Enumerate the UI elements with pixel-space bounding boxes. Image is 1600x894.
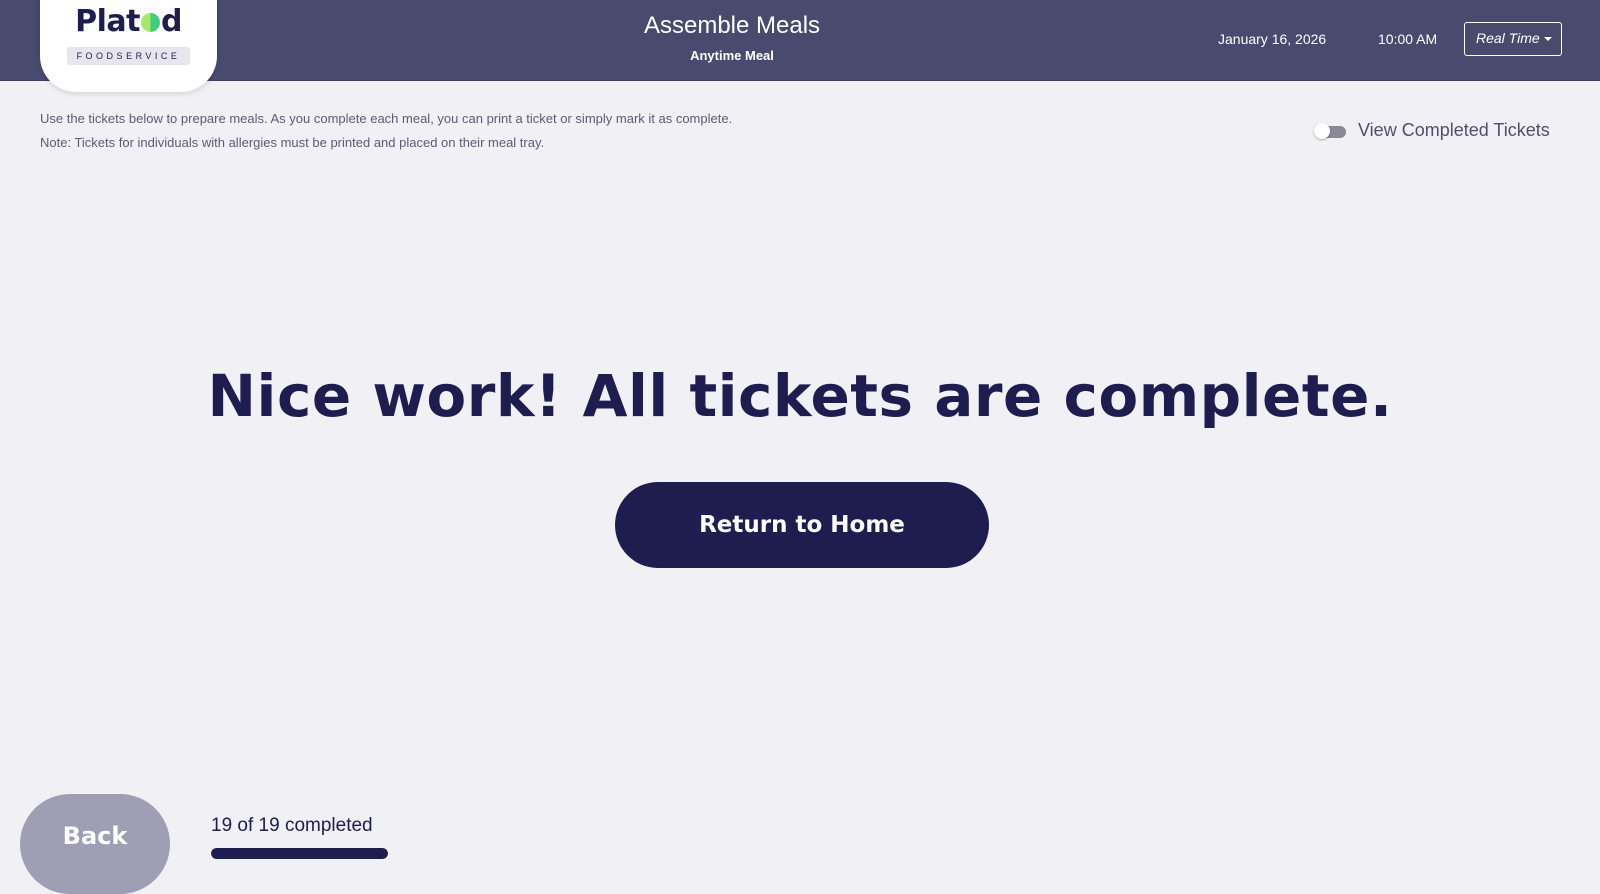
- logo-wordmark: Plat d: [40, 4, 217, 39]
- instructions-text: Use the tickets below to prepare meals. …: [40, 111, 733, 150]
- return-to-home-button[interactable]: Return to Home: [615, 482, 989, 568]
- progress-text: 19 of 19 completed: [211, 815, 373, 836]
- toggle-knob[interactable]: [1314, 123, 1330, 139]
- completion-headline: Nice work! All tickets are complete.: [207, 362, 1393, 430]
- meal-type-subtitle: Anytime Meal: [690, 48, 774, 63]
- current-time: 10:00 AM: [1378, 31, 1438, 47]
- back-button[interactable]: Back: [20, 794, 170, 894]
- current-date: January 16, 2026: [1218, 31, 1327, 47]
- progress-bar: [211, 848, 388, 859]
- view-completed-label[interactable]: View Completed Tickets: [1358, 120, 1568, 141]
- mode-dropdown-value: Real Time: [1476, 30, 1540, 46]
- progress-bar-fill: [211, 848, 388, 859]
- view-completed-toggle[interactable]: View Completed Tickets: [1314, 118, 1568, 146]
- mode-dropdown[interactable]: Real Time: [1464, 22, 1562, 56]
- page-title: Assemble Meals: [643, 12, 821, 39]
- top-bar: Assemble Meals Anytime Meal January 16, …: [0, 0, 1600, 81]
- caret-down-icon: [1544, 37, 1552, 41]
- plate-dot-icon: [140, 13, 160, 32]
- logo-text-start: Plat: [75, 4, 140, 39]
- logo-text-end: d: [160, 4, 182, 39]
- logo-tagline: FOODSERVICE: [67, 47, 190, 65]
- brand-logo[interactable]: Plat d FOODSERVICE: [40, 0, 217, 92]
